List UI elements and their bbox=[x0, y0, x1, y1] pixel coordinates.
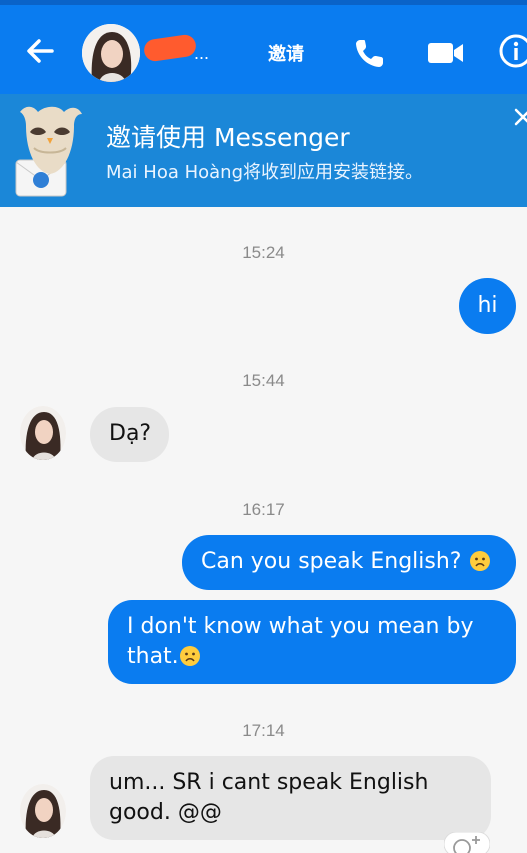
timestamp: 15:44 bbox=[242, 371, 285, 390]
timestamp: 16:17 bbox=[242, 500, 285, 519]
worried-face-emoji-icon bbox=[179, 646, 200, 666]
add-reaction-icon[interactable] bbox=[444, 832, 490, 853]
avatar-photo-icon bbox=[82, 24, 140, 82]
outgoing-message[interactable]: hi bbox=[459, 278, 516, 334]
close-icon[interactable] bbox=[512, 104, 527, 128]
contact-avatar[interactable] bbox=[82, 24, 140, 82]
incoming-message[interactable]: um... SR i cant speak English good. @@ bbox=[90, 756, 491, 840]
back-arrow-icon[interactable] bbox=[22, 33, 58, 69]
worried-face-emoji-icon bbox=[469, 551, 490, 571]
message-text-line: um... SR i cant speak English bbox=[109, 770, 429, 795]
outgoing-message[interactable]: I don't know what you mean by that. bbox=[108, 600, 516, 684]
banner-title: 邀请使用 Messenger bbox=[106, 123, 350, 152]
message-text-line: that. bbox=[127, 642, 516, 672]
contact-name-suffix[interactable]: ... bbox=[194, 43, 209, 64]
timestamp: 17:14 bbox=[242, 721, 285, 740]
redacted-name-mark bbox=[142, 33, 198, 63]
contact-avatar-small[interactable] bbox=[20, 784, 66, 838]
top-bar: ... 邀请 bbox=[0, 0, 527, 94]
invite-banner[interactable]: 邀请使用 Messenger Mai Hoa Hoàng将收到应用安装链接。 bbox=[0, 94, 527, 207]
incoming-message[interactable]: Dạ? bbox=[90, 407, 169, 462]
owl-mascot-icon bbox=[15, 106, 82, 197]
banner-subtitle: Mai Hoa Hoàng将收到应用安装链接。 bbox=[106, 162, 423, 183]
contact-avatar-small[interactable] bbox=[20, 406, 66, 460]
avatar-photo-icon bbox=[20, 784, 66, 838]
message-text-line: I don't know what you mean by bbox=[127, 614, 474, 639]
avatar-photo-icon bbox=[20, 406, 66, 460]
message-text-line: good. @@ bbox=[109, 800, 222, 825]
timestamp: 15:24 bbox=[242, 243, 285, 262]
info-icon[interactable] bbox=[498, 33, 527, 69]
invite-button[interactable]: 邀请 bbox=[268, 40, 304, 66]
video-call-icon[interactable] bbox=[426, 37, 466, 69]
outgoing-message[interactable]: Can you speak English? bbox=[182, 535, 516, 590]
phone-call-icon[interactable] bbox=[352, 35, 388, 71]
message-text: Can you speak English? bbox=[201, 549, 462, 574]
